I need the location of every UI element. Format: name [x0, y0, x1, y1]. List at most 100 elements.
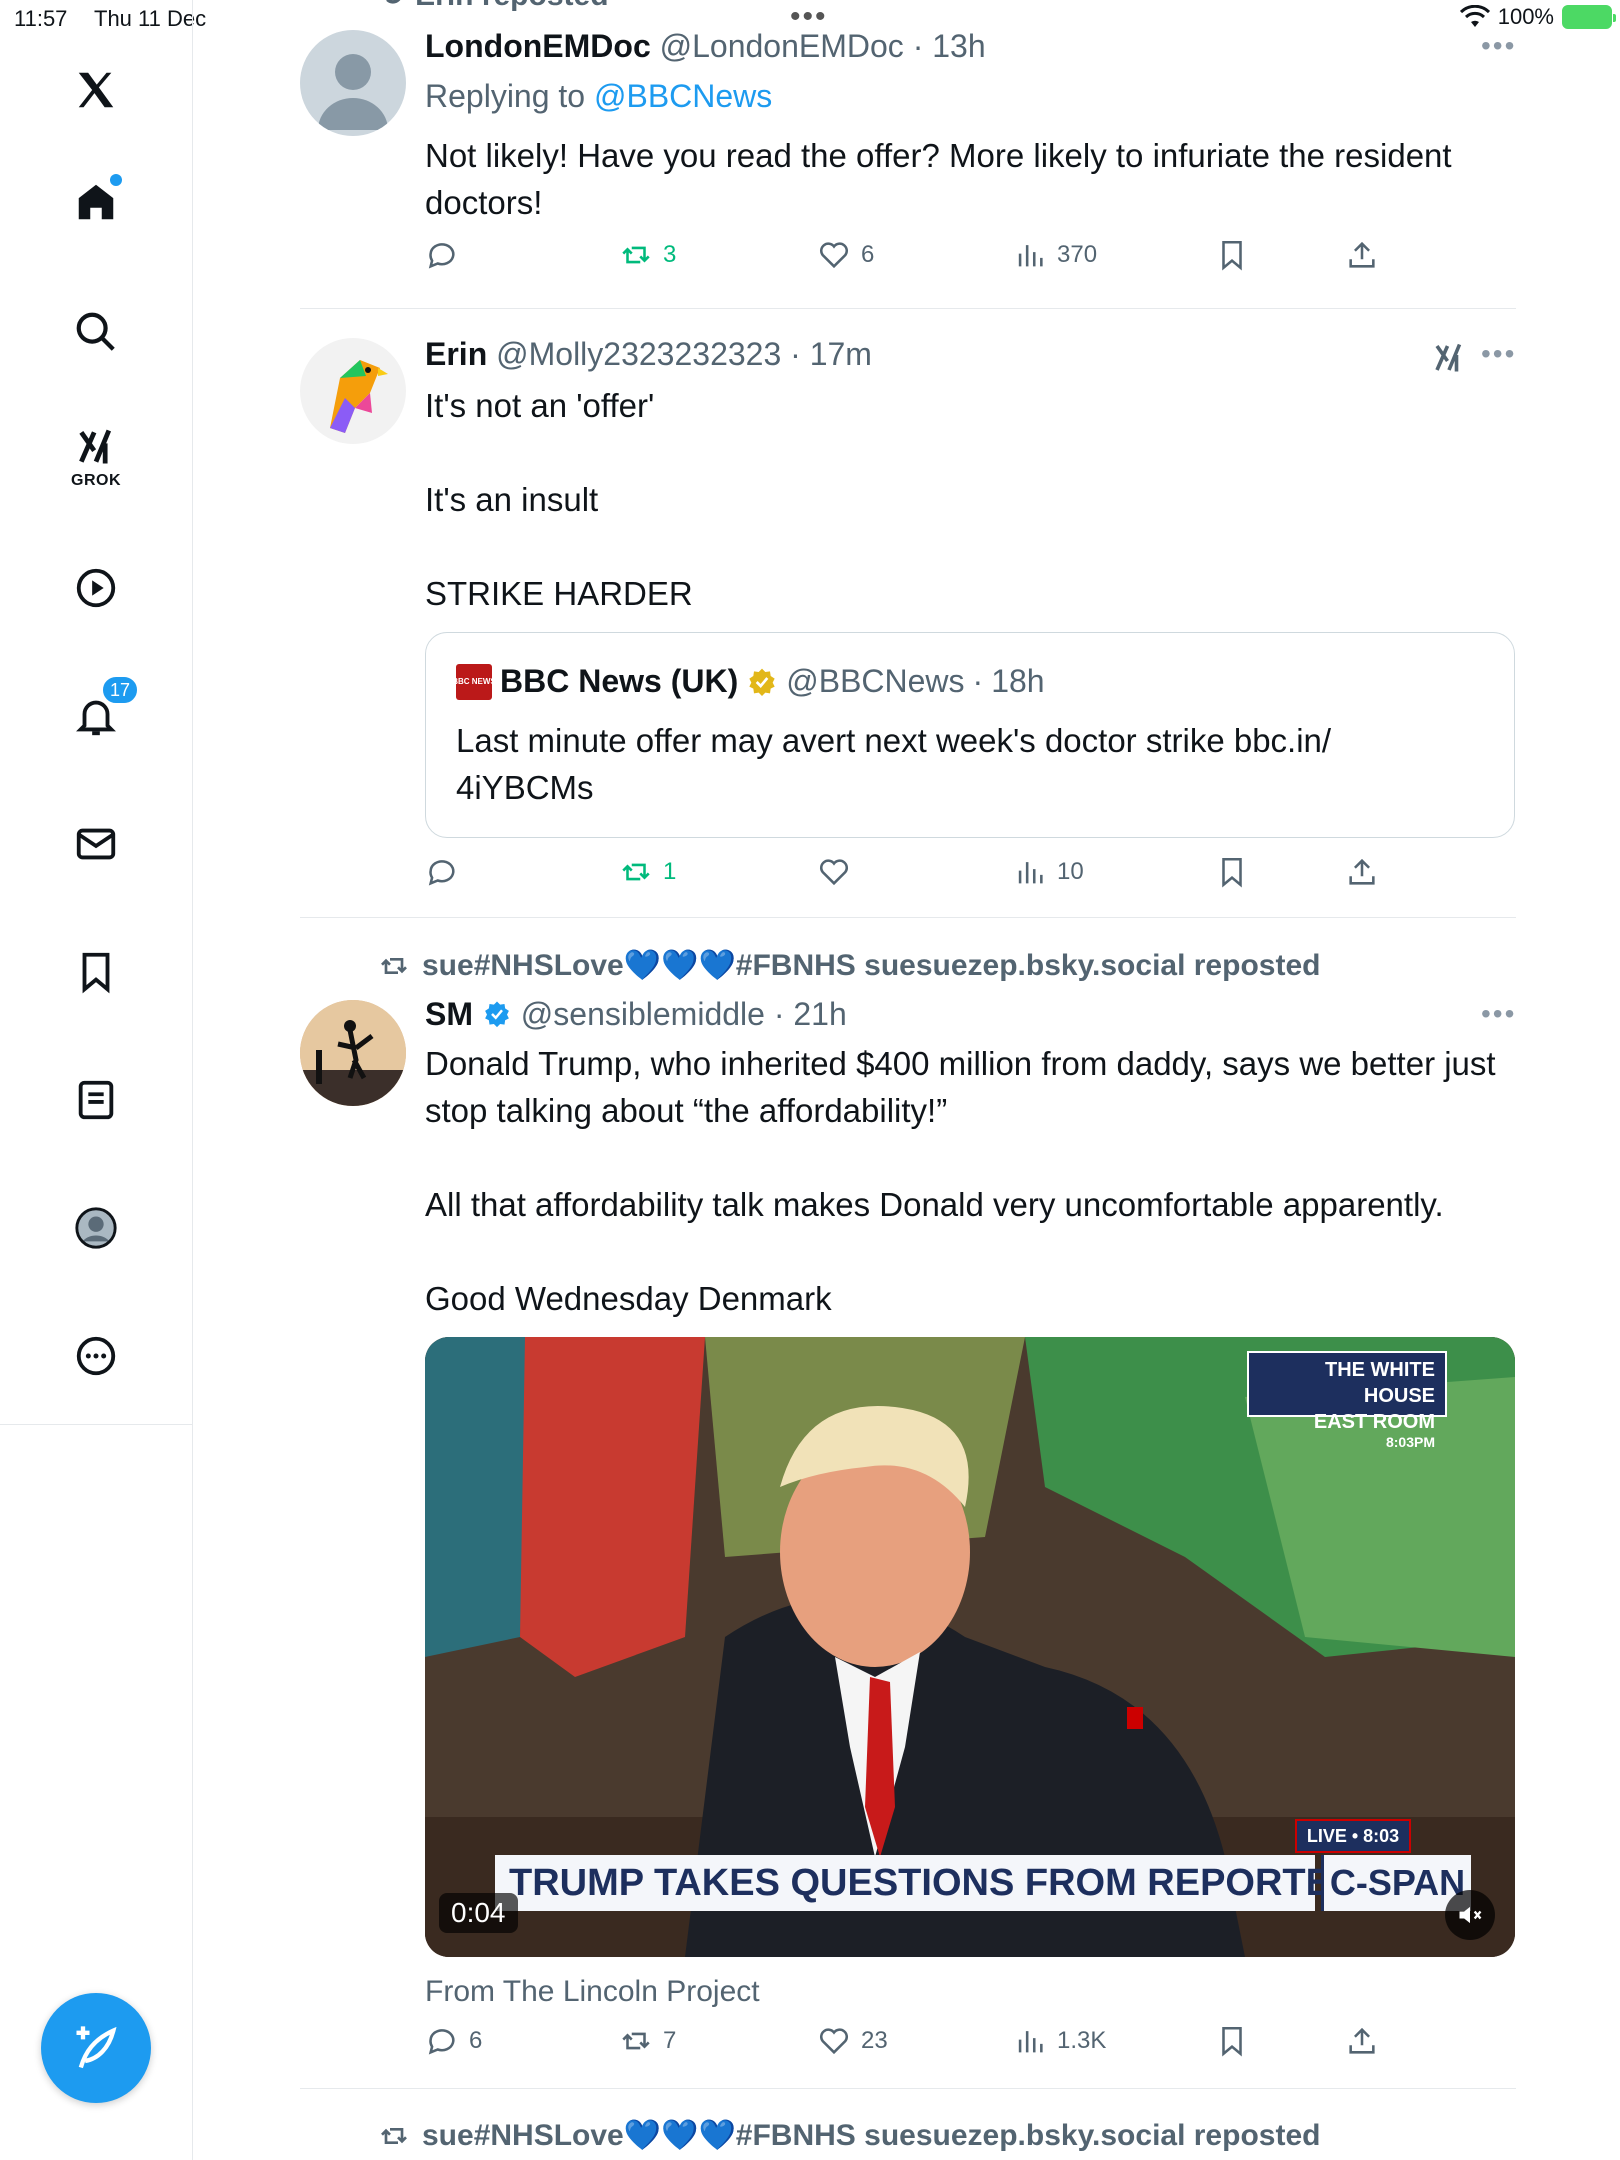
quote-author-handle: @BBCNews: [786, 663, 965, 699]
grok-label: GROK: [71, 472, 121, 489]
timeline: ⟲ Erin reposted LondonEMDoc @LondonEMDoc…: [193, 0, 1620, 2160]
tweet-header: LondonEMDoc @LondonEMDoc · 13h: [425, 28, 986, 64]
bookmark-button[interactable]: [1215, 2024, 1249, 2058]
lists-icon[interactable]: [66, 1070, 126, 1130]
share-icon: [1349, 858, 1375, 885]
avatar[interactable]: [300, 338, 406, 444]
grok-icon[interactable]: GROK: [66, 424, 126, 489]
author-name[interactable]: Erin: [425, 336, 487, 372]
like-count: 6: [861, 241, 875, 268]
author-handle[interactable]: @LondonEMDoc: [660, 28, 904, 64]
repost-icon: [622, 863, 650, 881]
repost-by-text[interactable]: sue#NHSLove💙💙💙#FBNHS suesuezep.bsky.soci…: [422, 948, 1320, 983]
share-button[interactable]: [1345, 855, 1379, 889]
tweet-time[interactable]: 13h: [932, 28, 985, 64]
repost-count: 1: [663, 858, 677, 885]
repost-icon: [622, 246, 650, 264]
bookmark-button[interactable]: [1215, 238, 1249, 272]
tweet-divider: [300, 2088, 1516, 2089]
verified-gold-icon: [749, 668, 775, 696]
tweet-text: Donald Trump, who inherited $400 million…: [425, 1045, 1496, 1317]
tweet-time[interactable]: 21h: [793, 996, 846, 1032]
views-chart-icon: [1018, 862, 1043, 884]
reply-icon: [428, 2029, 455, 2055]
tweet-header: SM @sensiblemiddle · 21h: [425, 996, 847, 1032]
video-duration: 0:04: [439, 1893, 518, 1933]
bookmark-icon: [1222, 857, 1242, 888]
share-button[interactable]: [1345, 238, 1379, 272]
compose-button[interactable]: [41, 1993, 151, 2103]
reply-button[interactable]: [425, 238, 469, 272]
tweet-divider: [300, 917, 1516, 918]
more-options-icon[interactable]: •••: [1481, 338, 1516, 370]
author-handle[interactable]: @Molly2323232323: [496, 336, 781, 372]
avatar[interactable]: [300, 30, 406, 136]
replying-to-link[interactable]: @BBCNews: [594, 78, 772, 114]
bookmark-icon: [1222, 240, 1242, 271]
video-icon[interactable]: [66, 558, 126, 618]
mute-button[interactable]: [1445, 1890, 1495, 1940]
views-chart-icon: [1018, 245, 1043, 267]
speaker-muted-icon: [1459, 1906, 1482, 1924]
avatar[interactable]: [300, 1000, 406, 1106]
repost-indicator: sue#NHSLove💙💙💙#FBNHS suesuezep.bsky.soci…: [378, 948, 1320, 983]
repost-text: Erin reposted: [415, 0, 608, 13]
tweet-text: It's not an 'offer' It's an insult STRIK…: [425, 387, 693, 612]
reply-button[interactable]: 6: [425, 2024, 482, 2058]
notifications-badge: 17: [100, 674, 140, 706]
location-line2: EAST ROOM: [1313, 1411, 1435, 1433]
views-button[interactable]: 1.3K: [1013, 2024, 1106, 2058]
views-count: 10: [1057, 858, 1084, 885]
profile-icon[interactable]: [66, 1198, 126, 1258]
compose-feather-icon: [76, 2026, 117, 2069]
home-icon[interactable]: [66, 172, 126, 232]
quote-author-name: BBC News (UK): [500, 663, 739, 699]
repost-icon: [381, 957, 407, 974]
repost-icon: [381, 2127, 407, 2144]
repost-count: 3: [663, 241, 677, 268]
share-icon: [1349, 241, 1375, 268]
more-options-icon[interactable]: •••: [1481, 998, 1516, 1030]
sidebar: GROK 17: [0, 0, 193, 2160]
grok-icon[interactable]: [1429, 340, 1469, 376]
repost-button[interactable]: 7: [619, 2024, 676, 2058]
quoted-tweet[interactable]: BBC NEWS BBC News (UK) @BBCNews · 18h La…: [425, 632, 1515, 838]
quote-header: BBC NEWS BBC News (UK) @BBCNews · 18h: [452, 663, 1045, 700]
tweet-text: Not likely! Have you read the offer? Mor…: [425, 137, 1461, 221]
notifications-icon[interactable]: 17: [66, 674, 140, 746]
search-icon[interactable]: [66, 302, 126, 362]
repost-by-text[interactable]: sue#NHSLove💙💙💙#FBNHS suesuezep.bsky.soci…: [422, 2118, 1320, 2153]
share-button[interactable]: [1345, 2024, 1379, 2058]
location-chyron: THE WHITE HOUSE EAST ROOM 8:03PM: [1247, 1351, 1447, 1449]
x-logo-icon[interactable]: [66, 60, 126, 120]
tweet-header: Erin @Molly2323232323 · 17m: [425, 336, 872, 372]
live-tag: LIVE • 8:03: [1295, 1819, 1411, 1853]
repost-icon: ⟲: [378, 0, 403, 13]
views-button[interactable]: 370: [1013, 238, 1097, 272]
like-button[interactable]: 23: [817, 2024, 888, 2058]
bookmarks-icon[interactable]: [66, 942, 126, 1002]
heart-icon: [819, 2028, 849, 2055]
bbc-news-logo: BBC NEWS: [452, 663, 496, 700]
more-options-icon[interactable]: •••: [1481, 30, 1516, 62]
messages-icon[interactable]: [66, 814, 126, 874]
like-button[interactable]: 6: [817, 238, 874, 272]
heart-icon: [819, 242, 849, 269]
tweet-actions: 6 7 23 1.3K: [425, 2024, 1425, 2068]
reply-button[interactable]: [425, 855, 469, 889]
video-banner: TRUMP TAKES QUESTIONS FROM REPORTERS: [495, 1855, 1384, 1911]
bookmark-button[interactable]: [1215, 855, 1249, 889]
video-player[interactable]: THE WHITE HOUSE EAST ROOM 8:03PM LIVE • …: [425, 1337, 1515, 1957]
like-button[interactable]: [817, 855, 861, 889]
repost-button[interactable]: 1: [619, 855, 676, 889]
author-name[interactable]: SM: [425, 996, 473, 1032]
more-options-icon[interactable]: [66, 1326, 126, 1386]
author-handle[interactable]: @sensiblemiddle: [521, 996, 765, 1032]
author-name[interactable]: LondonEMDoc: [425, 28, 651, 64]
reply-icon: [428, 243, 455, 269]
location-time: 8:03PM: [1385, 1434, 1435, 1450]
views-button[interactable]: 10: [1013, 855, 1084, 889]
repost-button[interactable]: 3: [619, 238, 676, 272]
media-source[interactable]: From The Lincoln Project: [425, 1975, 760, 2009]
tweet-time[interactable]: 17m: [810, 336, 872, 372]
